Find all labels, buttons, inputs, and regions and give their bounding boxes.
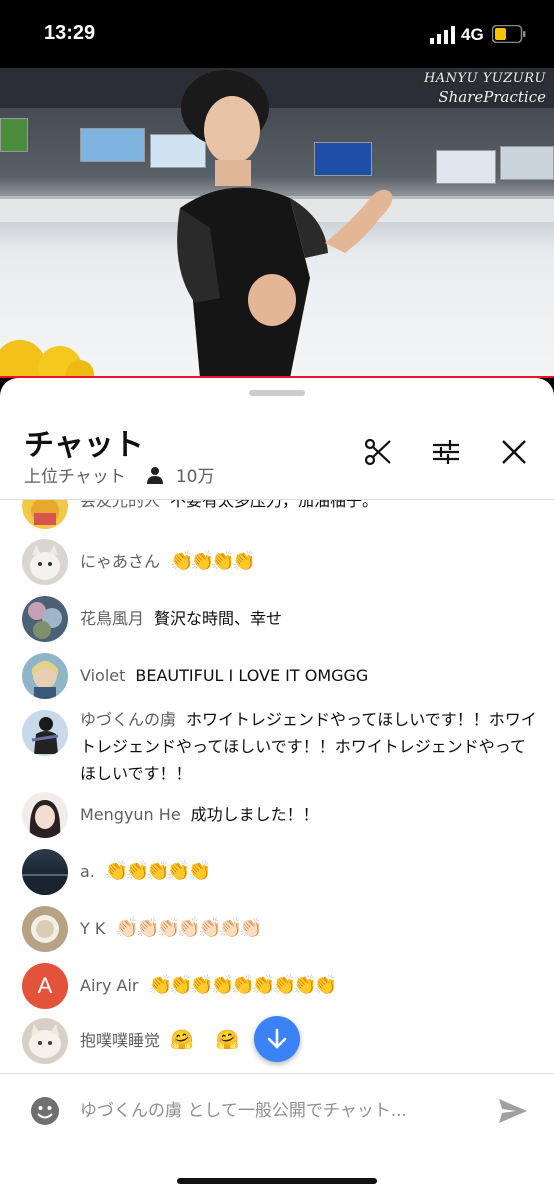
message-text: 成功しました！！: [190, 805, 319, 824]
rink-banner: [500, 146, 554, 180]
scroll-to-bottom-button[interactable]: [254, 1016, 300, 1062]
avatar: [22, 653, 68, 699]
drag-handle[interactable]: [249, 390, 305, 396]
chat-input-bar: [0, 1074, 554, 1199]
message-text: BEAUTIFUL I LOVE IT OMGGG: [135, 666, 369, 685]
avatar: [22, 849, 68, 895]
message-author: a.: [80, 862, 95, 881]
rink-banner: [436, 150, 496, 184]
chat-message: Mengyun He 成功しました！！: [22, 792, 542, 838]
battery-icon: [492, 25, 526, 43]
close-button[interactable]: [498, 436, 530, 468]
chat-message: ゆづくんの虜 ホワイトレジェンドやってほしいです！！ホワイトレジェンドやってほしい…: [22, 710, 542, 790]
chat-message-list[interactable]: 会友光的人 不要有太多压力，加油柚子。 にゃあさん 👏👏👏👏 花鳥風月 贅沢な時間、幸…: [0, 500, 554, 1072]
clap-emoji: 👏🏻👏🏻👏🏻👏🏻👏🏻👏🏻👏🏻: [115, 917, 263, 939]
chat-message-input[interactable]: [80, 1096, 460, 1126]
message-author: にゃあさん: [80, 552, 161, 571]
video-player[interactable]: HANYU YUZURU SharePractice: [0, 68, 554, 378]
person-icon: [146, 466, 163, 484]
clap-emoji: 👏👏👏👏👏: [104, 860, 211, 882]
avatar: [22, 906, 68, 952]
message-author: ゆづくんの虜: [80, 710, 177, 729]
avatar: [22, 710, 68, 756]
chat-message: 花鳥風月 贅沢な時間、幸せ: [22, 596, 542, 642]
video-watermark: HANYU YUZURU SharePractice: [423, 71, 546, 106]
yellow-plush: [0, 340, 94, 378]
send-icon[interactable]: [496, 1094, 530, 1128]
chat-message: A Airy Air 👏👏👏👏👏👏👏👏👏: [22, 963, 542, 1009]
message-author: Y K: [80, 919, 106, 938]
avatar: [22, 1018, 68, 1064]
message-text: 贅沢な時間、幸せ: [154, 609, 283, 628]
message-author: 会友光的人: [80, 500, 161, 510]
message-author: Violet: [80, 666, 126, 685]
viewer-count: 10万: [175, 467, 215, 487]
avatar-letter: A: [37, 973, 53, 998]
chat-message: a. 👏👏👏👏👏: [22, 849, 542, 895]
chat-message: 会友光的人 不要有太多压力，加油柚子。: [22, 500, 542, 529]
arrow-down-icon: [267, 1028, 287, 1049]
chat-settings-button[interactable]: [430, 436, 462, 468]
close-icon: [502, 440, 526, 464]
message-author: Airy Air: [80, 976, 139, 995]
rink-banner: [0, 118, 28, 152]
signal-icon: [430, 26, 455, 44]
skater-figure: [177, 70, 393, 378]
chat-message: Violet BEAUTIFUL I LOVE IT OMGGG: [22, 653, 542, 699]
status-bar: 13:29 4G: [0, 0, 554, 68]
rink-banner: [80, 128, 145, 162]
chat-mode-label: 上位チャット: [24, 467, 126, 487]
message-author: 抱噗噗睡觉: [80, 1031, 161, 1050]
avatar: [22, 596, 68, 642]
chat-mode-selector[interactable]: 上位チャット 10万: [24, 462, 214, 487]
sliders-icon: [433, 440, 459, 464]
chat-title: チャット: [24, 428, 144, 463]
chat-message: Y K 👏🏻👏🏻👏🏻👏🏻👏🏻👏🏻👏🏻: [22, 906, 542, 952]
scissors-icon: [364, 438, 391, 466]
hug-emoji: 🤗 🤗: [170, 1029, 248, 1051]
message-author: 花鳥風月: [80, 609, 145, 628]
network-type: 4G: [461, 25, 484, 44]
avatar: [22, 500, 68, 529]
status-time: 13:29: [44, 22, 96, 44]
emoji-picker-icon[interactable]: [30, 1096, 60, 1126]
clip-button[interactable]: [362, 436, 394, 468]
home-indicator: [177, 1178, 377, 1184]
message-text: 不要有太多压力，加油柚子。: [170, 500, 379, 510]
chat-message: にゃあさん 👏👏👏👏: [22, 539, 542, 585]
message-author: Mengyun He: [80, 805, 181, 824]
clap-emoji: 👏👏👏👏: [170, 550, 256, 572]
avatar: [22, 539, 68, 585]
avatar: A: [22, 963, 68, 1009]
avatar: [22, 792, 68, 838]
clap-emoji: 👏👏👏👏👏👏👏👏👏: [148, 974, 338, 996]
